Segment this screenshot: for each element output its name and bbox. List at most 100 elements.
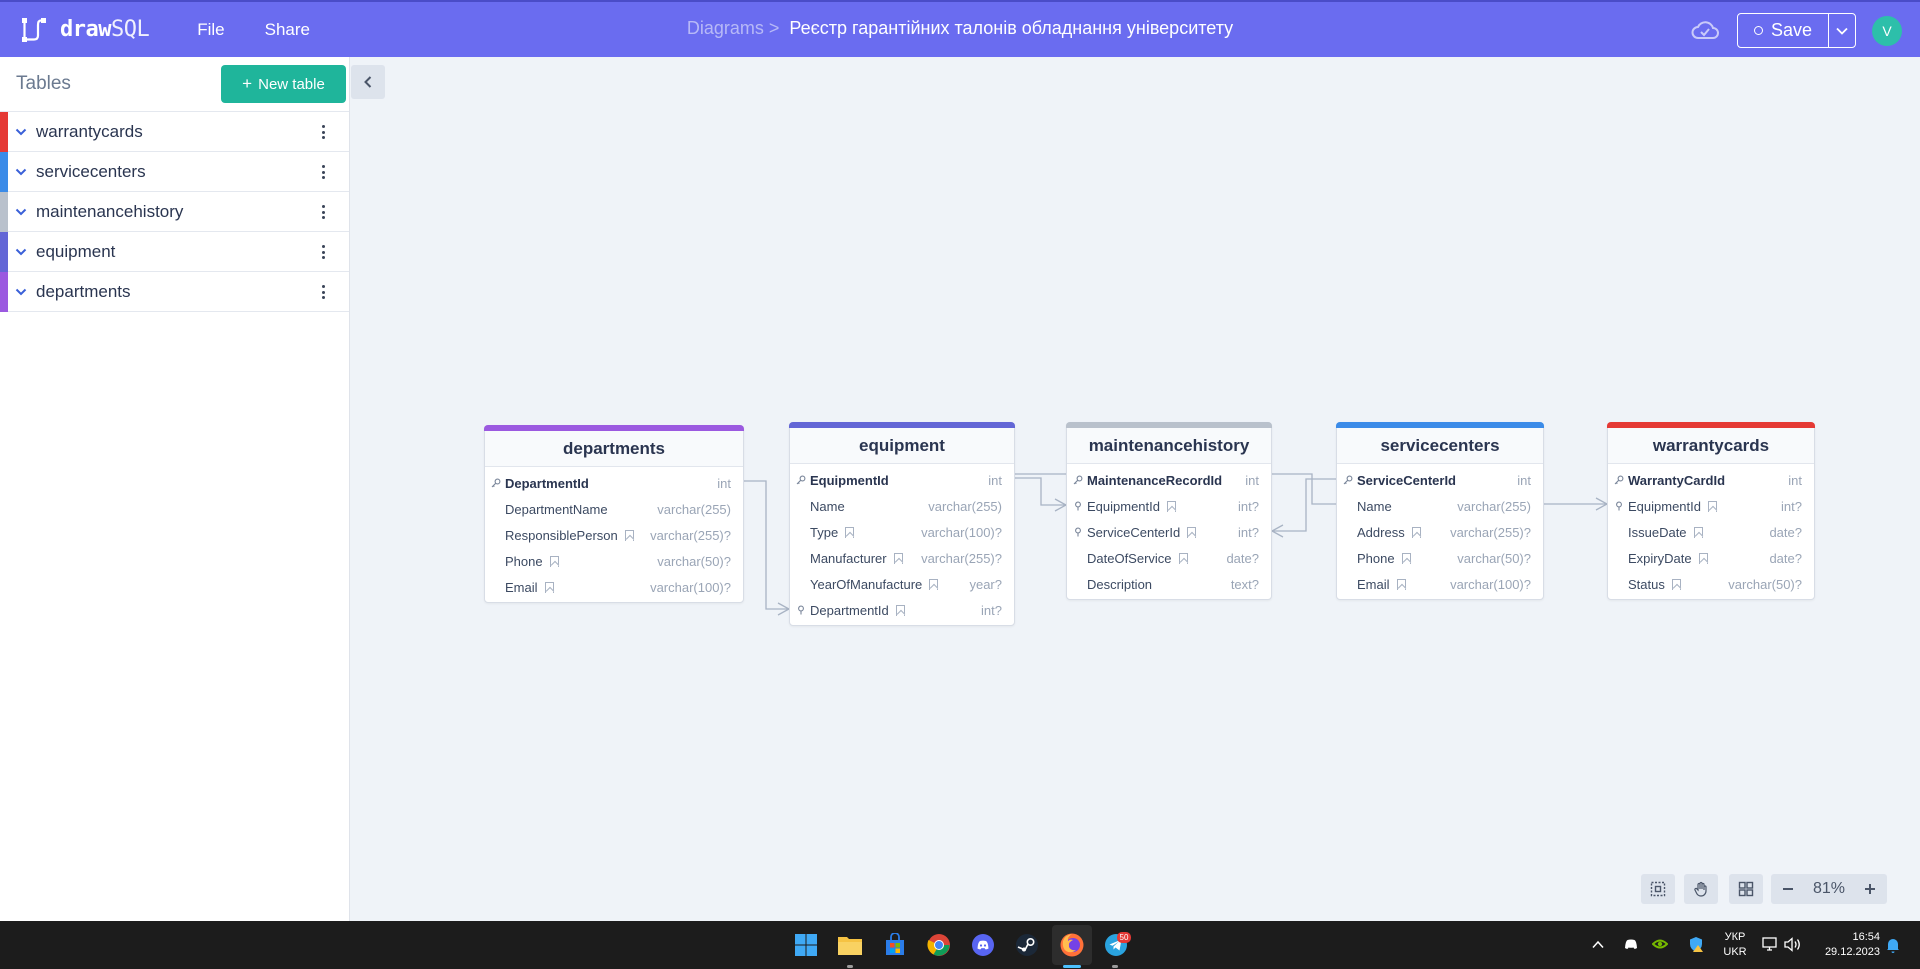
logo[interactable]: drawSQL bbox=[20, 16, 150, 44]
table-field-row[interactable]: ServiceCenterId int bbox=[1337, 467, 1543, 493]
grid-toggle-button[interactable] bbox=[1729, 874, 1763, 904]
table-field-row[interactable]: Phone varchar(50)? bbox=[1337, 545, 1543, 571]
table-field-row[interactable]: Manufacturer varchar(255)? bbox=[790, 545, 1014, 571]
security-warning-tray-icon[interactable] bbox=[1688, 936, 1704, 953]
table-card-equipment[interactable]: equipment EquipmentId int Name varchar(255) T… bbox=[789, 422, 1015, 626]
table-field-row[interactable]: Name varchar(255) bbox=[1337, 493, 1543, 519]
chevron-left-icon bbox=[364, 76, 372, 88]
table-field-row[interactable]: IssueDate date? bbox=[1608, 519, 1814, 545]
table-card-maintenancehistory[interactable]: maintenancehistory MaintenanceRecordId int… bbox=[1066, 422, 1272, 600]
field-type: text? bbox=[1230, 576, 1259, 592]
field-type: int bbox=[988, 472, 1002, 488]
collapse-sidebar-button[interactable] bbox=[351, 65, 385, 99]
table-options-menu-icon[interactable] bbox=[318, 164, 328, 180]
firefox-icon[interactable] bbox=[1058, 931, 1086, 959]
input-language-indicator[interactable]: УКР UKR bbox=[1720, 930, 1750, 960]
comment-bookmark-icon bbox=[1178, 552, 1188, 564]
chevron-down-icon[interactable] bbox=[14, 285, 28, 299]
telegram-running-indicator bbox=[1112, 965, 1118, 968]
table-field-row[interactable]: Description text? bbox=[1067, 571, 1271, 597]
cloud-sync-icon[interactable] bbox=[1690, 19, 1720, 41]
table-field-row[interactable]: EquipmentId int? bbox=[1067, 493, 1271, 519]
sidebar-table-item[interactable]: servicecenters bbox=[0, 152, 349, 192]
pan-mode-button[interactable] bbox=[1684, 874, 1718, 904]
sidebar-table-item[interactable]: warrantycards bbox=[0, 112, 349, 152]
field-name: Status bbox=[1628, 577, 1681, 592]
table-field-row[interactable]: Name varchar(255) bbox=[790, 493, 1014, 519]
zoom-out-button[interactable] bbox=[1771, 874, 1805, 904]
nvidia-tray-icon[interactable] bbox=[1652, 937, 1668, 951]
table-field-row[interactable]: DepartmentId int bbox=[485, 470, 743, 496]
chevron-down-icon[interactable] bbox=[14, 245, 28, 259]
table-field-row[interactable]: EquipmentId int bbox=[790, 467, 1014, 493]
table-field-row[interactable]: DateOfService date? bbox=[1067, 545, 1271, 571]
new-table-button[interactable]: + New table bbox=[221, 65, 346, 103]
table-field-row[interactable]: Type varchar(100)? bbox=[790, 519, 1014, 545]
table-card-servicecenters[interactable]: servicecenters ServiceCenterId int Name varc… bbox=[1336, 422, 1544, 600]
table-title[interactable]: maintenancehistory bbox=[1067, 428, 1271, 464]
chevron-down-icon[interactable] bbox=[14, 165, 28, 179]
table-field-row[interactable]: ResponsiblePerson varchar(255)? bbox=[485, 522, 743, 548]
save-options-dropdown[interactable] bbox=[1829, 14, 1855, 47]
diagram-title[interactable]: Реєстр гарантійних талонів обладнання ун… bbox=[789, 18, 1233, 38]
zoom-in-button[interactable] bbox=[1853, 874, 1887, 904]
field-name: Manufacturer bbox=[810, 551, 903, 566]
table-options-menu-icon[interactable] bbox=[318, 204, 328, 220]
fit-to-screen-button[interactable] bbox=[1641, 874, 1675, 904]
table-field-row[interactable]: ServiceCenterId int? bbox=[1067, 519, 1271, 545]
chevron-down-icon[interactable] bbox=[14, 125, 28, 139]
breadcrumb-diagrams[interactable]: Diagrams > bbox=[687, 18, 780, 38]
network-icon[interactable] bbox=[1762, 937, 1778, 952]
table-field-row[interactable]: Phone varchar(50)? bbox=[485, 548, 743, 574]
comment-bookmark-icon bbox=[929, 578, 939, 590]
user-avatar[interactable]: V bbox=[1872, 16, 1902, 46]
system-clock[interactable]: 16:54 29.12.2023 bbox=[1812, 930, 1880, 960]
chrome-icon[interactable] bbox=[925, 931, 953, 959]
table-field-row[interactable]: YearOfManufacture year? bbox=[790, 571, 1014, 597]
table-card-departments[interactable]: departments DepartmentId int DepartmentName… bbox=[484, 425, 744, 603]
table-field-row[interactable]: DepartmentName varchar(255) bbox=[485, 496, 743, 522]
start-icon[interactable] bbox=[792, 931, 820, 959]
sidebar-table-item[interactable]: equipment bbox=[0, 232, 349, 272]
comment-bookmark-icon bbox=[1708, 500, 1717, 512]
discord-icon[interactable] bbox=[969, 931, 997, 959]
table-title[interactable]: warrantycards bbox=[1608, 428, 1814, 464]
table-title[interactable]: equipment bbox=[790, 428, 1014, 464]
sidebar-table-item[interactable]: departments bbox=[0, 272, 349, 312]
volume-icon[interactable] bbox=[1784, 937, 1801, 952]
table-field-row[interactable]: DepartmentId int? bbox=[790, 597, 1014, 623]
field-name-text: DepartmentName bbox=[505, 501, 608, 517]
comment-bookmark-icon bbox=[624, 529, 634, 541]
discord-tray-icon[interactable] bbox=[1623, 937, 1639, 951]
save-button[interactable]: Save bbox=[1738, 14, 1829, 47]
field-type: varchar(255)? bbox=[650, 527, 731, 543]
table-options-menu-icon[interactable] bbox=[318, 284, 328, 300]
microsoft-store-icon[interactable] bbox=[881, 931, 909, 959]
menu-file[interactable]: File bbox=[197, 20, 224, 40]
table-field-row[interactable]: Email varchar(100)? bbox=[485, 574, 743, 600]
table-field-row[interactable]: WarrantyCardId int bbox=[1608, 467, 1814, 493]
table-field-row[interactable]: ExpiryDate date? bbox=[1608, 545, 1814, 571]
file-explorer-icon[interactable] bbox=[836, 931, 864, 959]
table-field-row[interactable]: MaintenanceRecordId int bbox=[1067, 467, 1271, 493]
table-field-row[interactable]: EquipmentId int? bbox=[1608, 493, 1814, 519]
sidebar-table-item[interactable]: maintenancehistory bbox=[0, 192, 349, 232]
show-hidden-icons-chevron-up-icon[interactable] bbox=[1592, 940, 1604, 949]
tables-sidebar: Tables + New table warrantycards servicec… bbox=[0, 57, 350, 921]
comment-bookmark-icon bbox=[1187, 526, 1197, 538]
table-card-warrantycards[interactable]: warrantycards WarrantyCardId int EquipmentI… bbox=[1607, 422, 1815, 600]
steam-icon[interactable] bbox=[1013, 931, 1041, 959]
chevron-down-icon[interactable] bbox=[14, 205, 28, 219]
table-options-menu-icon[interactable] bbox=[318, 124, 328, 140]
field-name-text: Description bbox=[1087, 576, 1153, 592]
table-field-row[interactable]: Status varchar(50)? bbox=[1608, 571, 1814, 597]
table-title[interactable]: servicecenters bbox=[1337, 428, 1543, 464]
notifications-bell-icon[interactable] bbox=[1886, 937, 1900, 953]
table-options-menu-icon[interactable] bbox=[318, 244, 328, 260]
table-field-row[interactable]: Email varchar(100)? bbox=[1337, 571, 1543, 597]
table-title[interactable]: departments bbox=[485, 431, 743, 467]
table-field-row[interactable]: Address varchar(255)? bbox=[1337, 519, 1543, 545]
menu-share[interactable]: Share bbox=[265, 20, 310, 40]
hand-icon bbox=[1694, 881, 1707, 897]
field-type: varchar(255)? bbox=[1450, 524, 1531, 540]
